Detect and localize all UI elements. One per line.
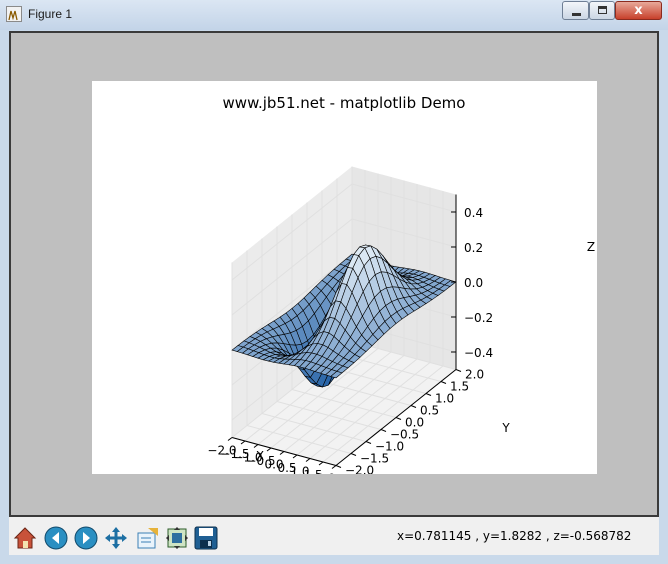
y-tick (410, 405, 417, 408)
app-icon (6, 6, 22, 22)
y-tick (350, 453, 357, 456)
y-tick-label: −0.5 (390, 428, 419, 442)
y-tick-label: 1.5 (450, 380, 469, 394)
y-tick-label: 0.5 (420, 404, 439, 418)
minimize-icon (572, 13, 581, 16)
z-axis-label: Z (587, 240, 595, 254)
client-area: −2.0−1.5−1.0−0.50.00.51.01.52.0−2.0−1.5−… (9, 31, 659, 555)
back-icon (44, 526, 68, 550)
save-icon (194, 526, 218, 550)
title-bar[interactable]: Figure 1 x (0, 0, 668, 30)
zoom-button[interactable] (133, 524, 161, 552)
y-tick (365, 441, 372, 444)
z-tick-label: −0.4 (464, 346, 493, 360)
z-tick-label: −0.2 (464, 311, 493, 325)
save-button[interactable] (192, 524, 220, 552)
x-tick (266, 447, 272, 452)
x-axis-label: X (256, 449, 264, 463)
y-tick (425, 393, 432, 396)
back-button[interactable] (42, 524, 70, 552)
x-tick (331, 465, 337, 469)
navigation-toolbar: x=0.781145 , y=1.8282 , z=-0.568782 (9, 519, 659, 555)
chart-title: www.jb51.net - matplotlib Demo (223, 94, 466, 112)
y-tick (335, 465, 342, 468)
forward-button[interactable] (72, 524, 100, 552)
x-tick (292, 454, 298, 459)
z-tick-label: 0.2 (464, 241, 483, 255)
window: Figure 1 x −2.0−1.5−1.0−0.50.00.51.01.52… (0, 0, 668, 564)
z-tick-label: 0.0 (464, 276, 483, 290)
x-tick (253, 444, 259, 448)
pan-button[interactable] (102, 524, 130, 552)
figure[interactable]: −2.0−1.5−1.0−0.50.00.51.01.52.0−2.0−1.5−… (92, 81, 597, 474)
y-axis-label: Y (501, 421, 510, 435)
z-tick-label: 0.4 (464, 206, 483, 220)
x-tick (227, 437, 233, 441)
x-tick (240, 440, 246, 445)
pan-icon (105, 527, 127, 549)
home-button[interactable] (11, 524, 39, 552)
minimize-button[interactable] (562, 1, 589, 20)
figure-canvas[interactable]: −2.0−1.5−1.0−0.50.00.51.01.52.0−2.0−1.5−… (9, 31, 659, 517)
forward-icon (74, 526, 98, 550)
y-tick-label: 1.0 (435, 392, 454, 406)
y-tick (455, 369, 462, 372)
zoom-icon (137, 528, 158, 549)
maximize-button[interactable] (589, 1, 615, 20)
close-icon: x (634, 3, 643, 18)
close-button[interactable]: x (615, 1, 662, 20)
y-tick-label: 0.0 (405, 416, 424, 430)
surface-plot[interactable]: −2.0−1.5−1.0−0.50.00.51.01.52.0−2.0−1.5−… (92, 81, 597, 474)
y-tick-label: 2.0 (465, 368, 484, 382)
subplots-icon (166, 527, 188, 549)
cursor-coordinates: x=0.781145 , y=1.8282 , z=-0.568782 (397, 529, 632, 543)
x-tick (305, 458, 311, 462)
y-tick (440, 381, 447, 384)
window-title: Figure 1 (28, 7, 73, 21)
y-tick-label: −1.5 (360, 452, 389, 466)
y-tick (380, 429, 387, 432)
subplots-button[interactable] (163, 524, 191, 552)
x-tick (279, 451, 285, 455)
x-tick (318, 461, 324, 466)
maximize-icon (598, 6, 607, 14)
y-tick-label: −1.0 (375, 440, 404, 454)
y-tick (395, 417, 402, 420)
x-tick-label: 2.0 (316, 472, 335, 475)
home-icon (13, 527, 37, 549)
